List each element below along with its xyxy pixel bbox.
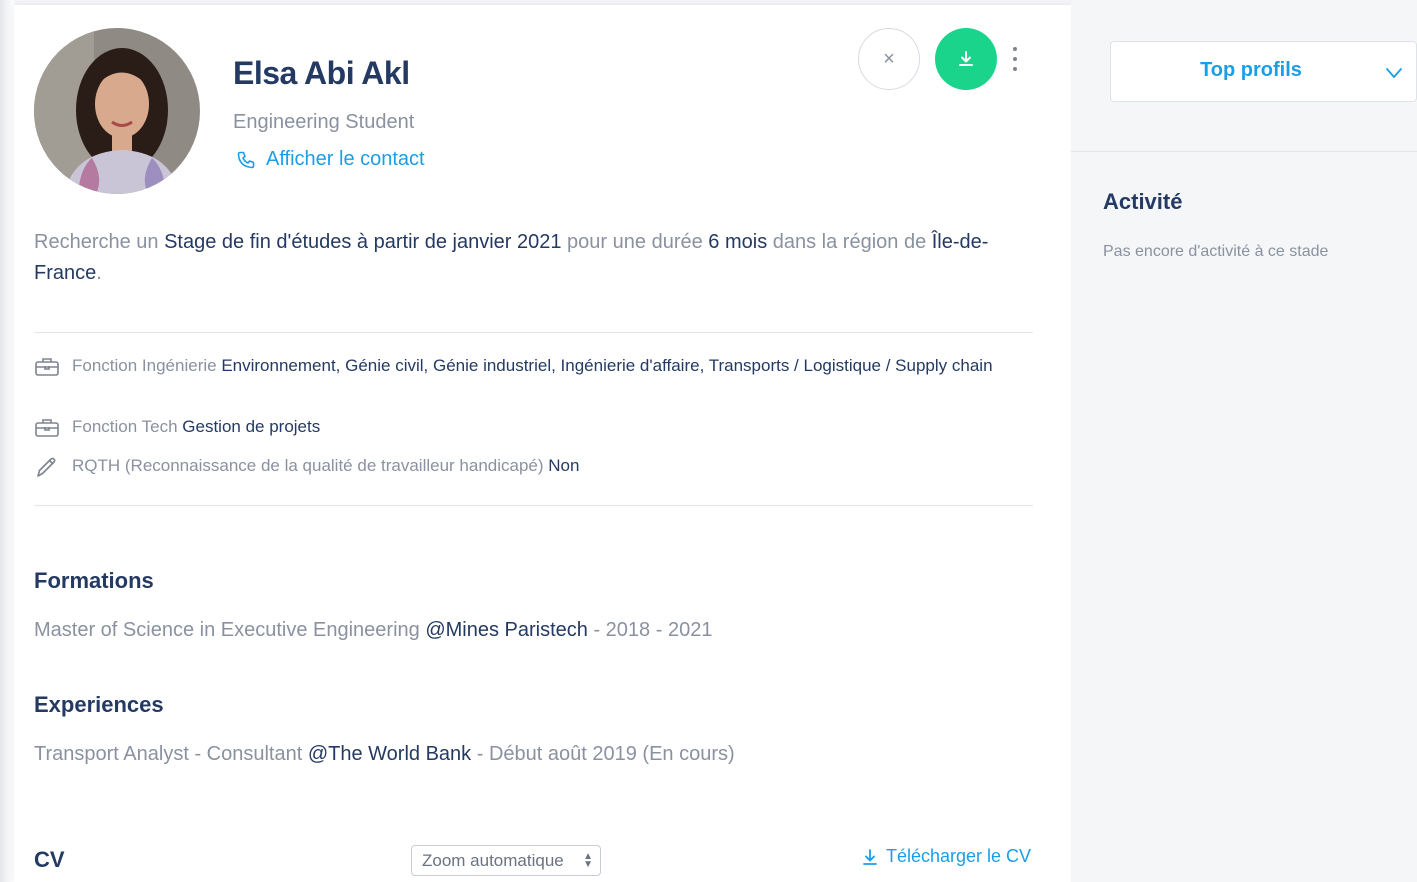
criterion-value: Non	[548, 456, 580, 475]
top-profiles-select[interactable]: Top profils	[1110, 41, 1417, 102]
search-summary: Recherche un Stage de fin d'études à par…	[34, 227, 1034, 289]
cv-title: CV	[34, 847, 65, 872]
reject-button[interactable]: ×	[858, 28, 920, 90]
briefcase-icon	[35, 358, 59, 376]
criterion-value: Gestion de projets	[182, 417, 321, 436]
briefcase-icon	[35, 419, 59, 437]
more-options-button[interactable]	[1007, 45, 1023, 73]
divider	[1071, 151, 1417, 152]
activity-empty-text: Pas encore d'activité à ce stade	[1103, 243, 1329, 260]
criterion-tech-function: Fonction Tech Gestion de projets	[34, 415, 994, 439]
search-suffix: .	[96, 262, 102, 284]
experience-role: Transport Analyst - Consultant	[34, 743, 308, 765]
activity-title: Activité	[1103, 189, 1183, 214]
zoom-value: Zoom automatique	[422, 850, 564, 870]
formation-degree: Master of Science in Executive Engineeri…	[34, 619, 426, 641]
divider	[34, 505, 1033, 506]
criterion-value: Environnement, Génie civil, Génie indust…	[221, 356, 993, 375]
pencil-icon	[37, 457, 56, 477]
download-cv-link[interactable]: Télécharger le CV	[862, 846, 1031, 867]
more-vertical-icon	[1013, 47, 1017, 51]
experience-item: Transport Analyst - Consultant @The Worl…	[34, 743, 735, 766]
search-region-prefix: dans la région de	[767, 231, 932, 253]
criterion-label: Fonction Tech	[72, 417, 183, 436]
download-cv-label: Télécharger le CV	[886, 846, 1032, 866]
formation-item: Master of Science in Executive Engineeri…	[34, 619, 712, 642]
sidebar: Top profils Activité Pas encore d'activi…	[1071, 0, 1417, 882]
download-icon	[863, 848, 877, 865]
select-arrows-icon: ▲ ▼	[583, 851, 593, 870]
criterion-engineering-function: Fonction Ingénierie Environnement, Génie…	[34, 354, 994, 378]
download-icon	[959, 51, 973, 66]
show-contact-label: Afficher le contact	[266, 148, 425, 170]
top-profiles-label: Top profils	[1200, 59, 1302, 81]
experience-dates: - Début août 2019 (En cours)	[471, 743, 735, 765]
formation-dates: - 2018 - 2021	[587, 619, 713, 641]
download-profile-button[interactable]	[935, 28, 997, 90]
experience-company: @The World Bank	[307, 743, 472, 765]
job-title: Engineering Student	[233, 111, 415, 133]
zoom-select[interactable]: Zoom automatique ▲ ▼	[411, 845, 601, 876]
search-duration-prefix: pour une durée	[561, 231, 709, 253]
criterion-rqth: RQTH (Reconnaissance de la qualité de tr…	[34, 454, 994, 478]
search-prefix: Recherche un	[34, 231, 165, 253]
phone-icon	[237, 151, 255, 168]
criterion-label: Fonction Ingénierie	[72, 356, 222, 375]
close-icon: ×	[883, 47, 895, 70]
formation-school: @Mines Paristech	[425, 619, 588, 641]
avatar	[34, 28, 200, 194]
show-contact-link[interactable]: Afficher le contact	[236, 148, 425, 171]
chevron-down-icon	[1386, 68, 1402, 78]
experiences-title: Experiences	[34, 692, 164, 717]
left-edge	[0, 0, 14, 882]
criterion-label: RQTH (Reconnaissance de la qualité de tr…	[72, 456, 549, 475]
page: Elsa Abi Akl Engineering Student Affiche…	[0, 0, 1417, 882]
search-contract: Stage de fin d'études à partir de janvie…	[164, 231, 562, 253]
divider	[34, 332, 1033, 333]
profile-panel: Elsa Abi Akl Engineering Student Affiche…	[14, 5, 1071, 882]
candidate-name: Elsa Abi Akl	[233, 55, 410, 91]
search-duration: 6 mois	[708, 231, 768, 253]
formations-title: Formations	[34, 568, 154, 593]
